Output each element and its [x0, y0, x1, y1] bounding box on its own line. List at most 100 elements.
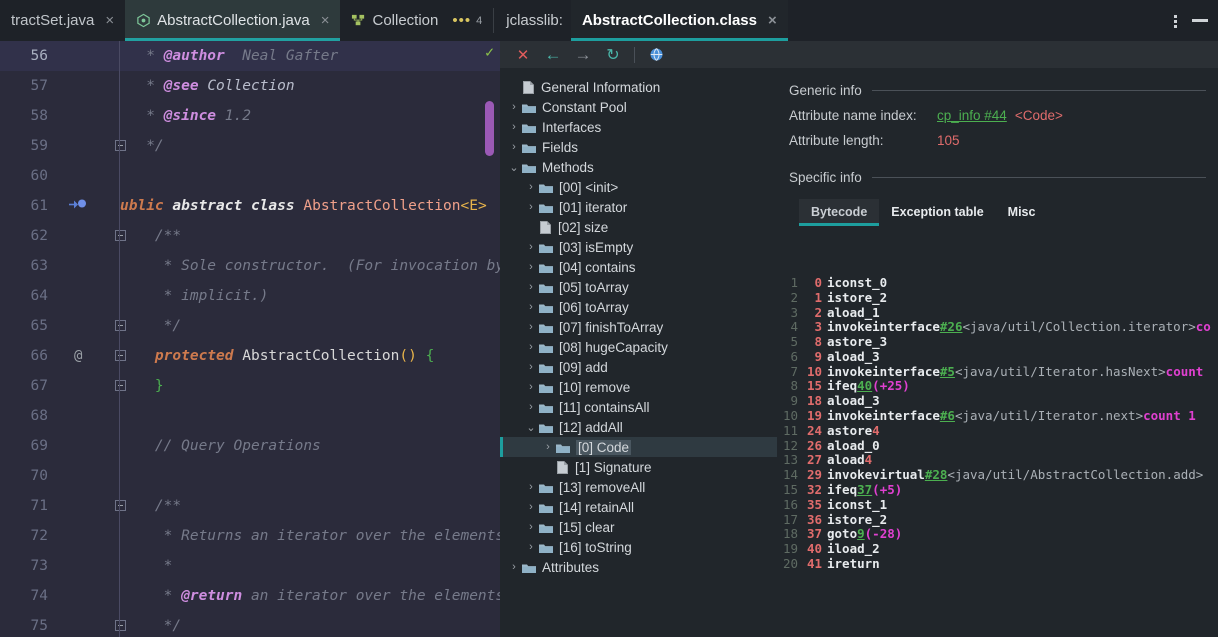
chevron-right-icon[interactable]: ›: [523, 241, 539, 253]
bytecode-line[interactable]: 12 26 aload_0: [777, 438, 1218, 453]
code-text[interactable]: * Returns an iterator over the elements: [120, 528, 500, 544]
tab-abstractset-java[interactable]: tractSet.java ×: [0, 0, 125, 41]
tree-node-00-init[interactable]: › [00] <init>: [500, 177, 777, 197]
tree-node-03-isempty[interactable]: › [03] isEmpty: [500, 237, 777, 257]
tree-node-methods[interactable]: ⌄ Methods: [500, 157, 777, 177]
code-text[interactable]: */: [120, 618, 181, 634]
fold-collapse-icon[interactable]: [115, 140, 126, 151]
tree-node-01-iterator[interactable]: › [01] iterator: [500, 197, 777, 217]
gutter-markers[interactable]: [58, 461, 120, 491]
code-text[interactable]: * Sole constructor. (For invocation by: [120, 258, 500, 274]
chevron-right-icon[interactable]: ›: [523, 361, 539, 373]
bytecode-jump-target[interactable]: 37: [857, 482, 872, 497]
tree-node-06-toarray[interactable]: › [06] toArray: [500, 297, 777, 317]
editor-line[interactable]: 70: [0, 461, 500, 491]
tree-node-attributes[interactable]: › Attributes: [500, 557, 777, 577]
gutter-markers[interactable]: @: [58, 341, 120, 371]
chevron-right-icon[interactable]: ›: [523, 341, 539, 353]
editor-line[interactable]: 69 // Query Operations: [0, 431, 500, 461]
editor-line[interactable]: 58 * @since 1.2: [0, 101, 500, 131]
chevron-right-icon[interactable]: ›: [523, 301, 539, 313]
editor-line[interactable]: 62 /**: [0, 221, 500, 251]
editor-line[interactable]: 59 */: [0, 131, 500, 161]
chevron-right-icon[interactable]: ›: [523, 501, 539, 513]
code-text[interactable]: * @since 1.2: [120, 108, 251, 124]
fold-collapse-icon[interactable]: [115, 320, 126, 331]
code-editor[interactable]: ✓ 56 * @author Neal Gafter 57 * @see Coll…: [0, 41, 500, 637]
tree-node-constant-pool[interactable]: › Constant Pool: [500, 97, 777, 117]
bytecode-line[interactable]: 32 aload_1: [777, 305, 1218, 320]
gutter-markers[interactable]: [58, 551, 120, 581]
close-icon[interactable]: ×: [321, 13, 330, 28]
chevron-right-icon[interactable]: ›: [523, 281, 539, 293]
override-marker-icon[interactable]: @: [74, 348, 82, 364]
fold-expand-icon[interactable]: [115, 230, 126, 241]
code-text[interactable]: // Query Operations: [120, 438, 321, 454]
tree-node-11-containsall[interactable]: › [11] containsAll: [500, 397, 777, 417]
gutter-markers[interactable]: [58, 401, 120, 431]
code-text[interactable]: * @return an iterator over the elements: [120, 588, 500, 604]
bytecode-line[interactable]: 69 aload_3: [777, 349, 1218, 364]
editor-line[interactable]: 75 */: [0, 611, 500, 637]
tab-abstractcollection-class[interactable]: AbstractCollection.class ×: [570, 0, 788, 41]
editor-line[interactable]: 60: [0, 161, 500, 191]
gutter-markers[interactable]: [58, 371, 120, 401]
tree-node-05-toarray[interactable]: › [05] toArray: [500, 277, 777, 297]
tab-misc[interactable]: Misc: [996, 199, 1048, 226]
chevron-down-icon[interactable]: ⌄: [523, 421, 539, 434]
code-text[interactable]: *: [120, 558, 173, 574]
bytecode-line[interactable]: 43 invokeinterface #26 <java/util/Collec…: [777, 319, 1218, 334]
back-arrow-icon[interactable]: ←: [538, 41, 568, 69]
code-text[interactable]: */: [120, 138, 163, 154]
editor-line[interactable]: 68: [0, 401, 500, 431]
tree-node-09-add[interactable]: › [09] add: [500, 357, 777, 377]
tab-exception-table[interactable]: Exception table: [879, 199, 995, 226]
chevron-right-icon[interactable]: ›: [523, 181, 539, 193]
tree-node-general-information[interactable]: General Information: [500, 77, 777, 97]
editor-scrollbar-thumb[interactable]: [485, 101, 494, 156]
kebab-menu-icon[interactable]: [1174, 13, 1178, 29]
bytecode-line[interactable]: 19 40 iload_2: [777, 541, 1218, 556]
bytecode-line[interactable]: 10 19 invokeinterface #6 <java/util/Itera…: [777, 408, 1218, 423]
gutter-markers[interactable]: [58, 251, 120, 281]
close-icon[interactable]: ×: [768, 13, 777, 28]
chevron-right-icon[interactable]: ›: [523, 481, 539, 493]
gutter-markers[interactable]: [58, 101, 120, 131]
cp-info-link[interactable]: cp_info #44: [937, 108, 1007, 123]
bytecode-jump-target[interactable]: 9: [857, 526, 865, 541]
code-text[interactable]: protected AbstractCollection() {: [120, 348, 434, 364]
bytecode-constant-ref[interactable]: #5: [940, 364, 955, 379]
chevron-right-icon[interactable]: ›: [523, 381, 539, 393]
bytecode-jump-target[interactable]: 40: [857, 378, 872, 393]
code-text[interactable]: * implicit.): [120, 288, 269, 304]
bytecode-line[interactable]: 21 istore_2: [777, 290, 1218, 305]
bytecode-line[interactable]: 10 iconst_0: [777, 275, 1218, 290]
tree-node-04-contains[interactable]: › [04] contains: [500, 257, 777, 277]
code-text[interactable]: ublic abstract class AbstractCollection<…: [120, 198, 495, 214]
tree-node-13-removeall[interactable]: › [13] removeAll: [500, 477, 777, 497]
chevron-right-icon[interactable]: ›: [523, 261, 539, 273]
gutter-markers[interactable]: [58, 161, 120, 191]
implemented-method-icon[interactable]: [68, 198, 88, 215]
tree-node-interfaces[interactable]: › Interfaces: [500, 117, 777, 137]
bytecode-line[interactable]: 17 36 istore_2: [777, 512, 1218, 527]
gutter-markers[interactable]: [58, 311, 120, 341]
fold-expand-icon[interactable]: [115, 350, 126, 361]
gutter-markers[interactable]: [58, 431, 120, 461]
gutter-markers[interactable]: [58, 611, 120, 637]
code-text[interactable]: }: [120, 378, 164, 394]
tree-node-16-tostring[interactable]: › [16] toString: [500, 537, 777, 557]
chevron-right-icon[interactable]: ›: [523, 321, 539, 333]
editor-line[interactable]: 74 * @return an iterator over the elemen…: [0, 581, 500, 611]
bytecode-line[interactable]: 20 41 ireturn: [777, 556, 1218, 571]
tree-node-15-clear[interactable]: › [15] clear: [500, 517, 777, 537]
editor-line[interactable]: 67 }: [0, 371, 500, 401]
gutter-markers[interactable]: [58, 581, 120, 611]
bytecode-line[interactable]: 9 18 aload_3: [777, 393, 1218, 408]
bytecode-line[interactable]: 15 32 ifeq 37 (+5): [777, 482, 1218, 497]
chevron-right-icon[interactable]: ›: [523, 201, 539, 213]
gutter-markers[interactable]: [58, 521, 120, 551]
code-text[interactable]: */: [120, 318, 181, 334]
code-text[interactable]: * @see Collection: [120, 78, 294, 94]
bytecode-line[interactable]: 14 29 invokevirtual #28 <java/util/Abstra…: [777, 467, 1218, 482]
